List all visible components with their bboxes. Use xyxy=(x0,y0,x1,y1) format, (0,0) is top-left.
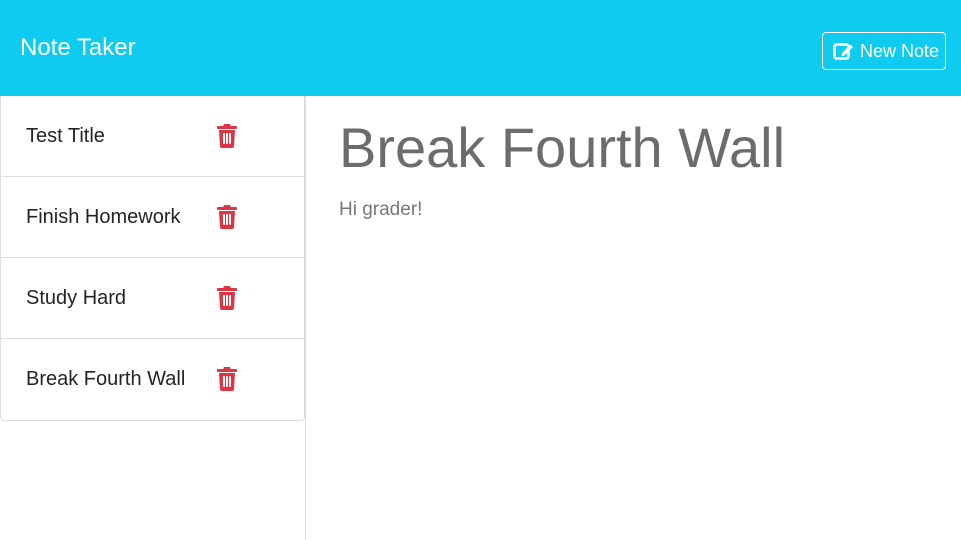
note-list-title[interactable]: Finish Homework xyxy=(26,205,180,229)
note-list-title[interactable]: Test Title xyxy=(26,124,105,148)
note-list-title[interactable]: Study Hard xyxy=(26,286,126,310)
new-note-label: New Note xyxy=(860,40,940,61)
list-item[interactable]: Break Fourth Wall xyxy=(1,339,304,420)
edit-icon xyxy=(833,43,853,60)
note-list-title[interactable]: Break Fourth Wall xyxy=(26,367,185,391)
trash-icon[interactable] xyxy=(217,367,237,391)
trash-icon[interactable] xyxy=(217,205,237,229)
trash-icon[interactable] xyxy=(217,286,237,310)
list-item[interactable]: Study Hard xyxy=(1,258,304,339)
app-title[interactable]: Note Taker xyxy=(20,32,136,64)
note-text[interactable]: Hi grader! xyxy=(339,198,422,222)
notes-list: Test Title Finish Homework Study Hard Br… xyxy=(0,96,305,421)
list-item[interactable]: Test Title xyxy=(1,96,304,177)
new-note-button[interactable]: New Note xyxy=(822,32,946,70)
list-item[interactable]: Finish Homework xyxy=(1,177,304,258)
navbar: Note Taker New Note xyxy=(0,0,961,96)
note-title[interactable]: Break Fourth Wall xyxy=(339,116,785,180)
trash-icon[interactable] xyxy=(217,124,237,148)
notes-sidebar: Test Title Finish Homework Study Hard Br… xyxy=(0,96,306,540)
